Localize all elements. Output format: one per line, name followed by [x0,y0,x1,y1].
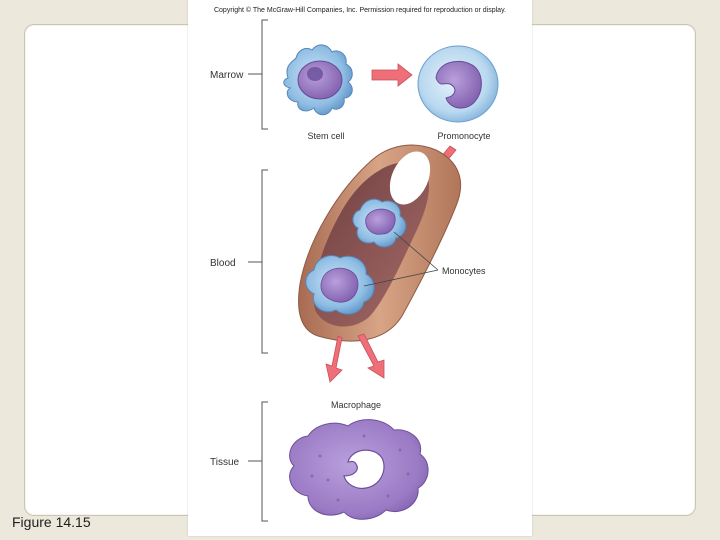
promonocyte-cell [417,45,499,123]
label-promonocyte: Promonocyte [437,131,490,141]
stage-label-marrow: Marrow [210,70,244,81]
label-stem-cell: Stem cell [307,131,344,141]
stage-label-tissue: Tissue [210,457,240,468]
figure-card: Copyright © The McGraw-Hill Companies, I… [188,0,532,536]
label-macrophage: Macrophage [331,400,381,410]
macrophage-cell [289,419,429,520]
arrow-stem-to-promonocyte [371,63,413,87]
label-monocytes: Monocytes [442,266,486,276]
stem-cell [283,44,353,116]
stage-label-blood: Blood [210,258,236,269]
copyright-notice: Copyright © The McGraw-Hill Companies, I… [214,6,506,14]
stage-brackets [248,19,268,522]
figure-caption: Figure 14.15 [12,514,91,530]
monocyte-development-diagram: Copyright © The McGraw-Hill Companies, I… [210,6,506,522]
